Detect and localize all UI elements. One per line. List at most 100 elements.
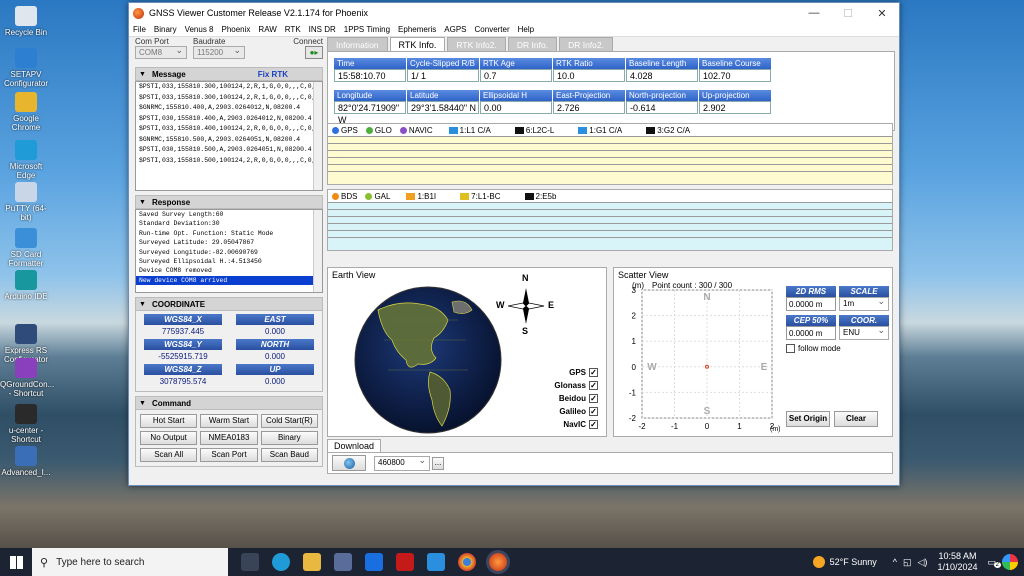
taskbar-search[interactable]: ⚲ Type here to search — [32, 548, 228, 576]
desktop-icon[interactable]: u-center - Shortcut — [0, 404, 52, 444]
notification-icon[interactable]: ▭ 2 — [987, 557, 1001, 568]
coor-select[interactable]: ENU — [839, 325, 889, 340]
chrome-icon[interactable] — [458, 553, 476, 571]
checkbox[interactable]: ✓ — [589, 381, 598, 390]
band-1-b1i[interactable]: 1:B1I — [406, 192, 436, 201]
constellation-glo[interactable]: GLO — [365, 126, 392, 135]
menu-item-help[interactable]: Help — [518, 25, 534, 34]
set-origin-button[interactable]: Set Origin — [786, 411, 830, 427]
task-view-icon[interactable] — [241, 553, 259, 571]
check-beidou[interactable]: Beidou ✓ — [528, 392, 598, 405]
volume-icon[interactable]: ◁) — [918, 557, 928, 568]
band-1-l1-c-a[interactable]: 1:L1 C/A — [448, 126, 491, 135]
minimize-icon[interactable]: — — [797, 7, 831, 20]
constellation-gps[interactable]: GPS — [332, 126, 358, 135]
tab-rtk-info-[interactable]: RTK Info. — [389, 37, 446, 51]
menu-item-converter[interactable]: Converter — [475, 25, 510, 34]
menu-item-venus-8[interactable]: Venus 8 — [185, 25, 214, 34]
tab-dr-info-[interactable]: DR Info. — [507, 37, 558, 51]
clock[interactable]: 10:58 AM 1/10/2024 — [937, 551, 977, 573]
download-tab[interactable]: Download — [327, 439, 382, 452]
no-output-button[interactable]: No Output — [140, 431, 198, 445]
checkbox[interactable]: ✓ — [589, 394, 598, 403]
band-7-l1-bc[interactable]: 7:L1-BC — [460, 192, 501, 201]
netflix-icon[interactable] — [396, 553, 414, 571]
mail-icon[interactable] — [427, 553, 445, 571]
maximize-icon[interactable]: ☐ — [831, 7, 865, 20]
file-explorer-icon[interactable] — [303, 553, 321, 571]
tab-rtk-info2-[interactable]: RTK Info2. — [447, 37, 506, 51]
tab-information[interactable]: Information — [327, 37, 388, 51]
scale-select[interactable]: 1m — [839, 296, 889, 311]
menu-item-file[interactable]: File — [133, 25, 146, 34]
check-gps[interactable]: GPS ✓ — [528, 366, 598, 379]
checkbox[interactable]: ✓ — [589, 368, 598, 377]
constellation-navic[interactable]: NAVIC — [399, 126, 433, 135]
clear-button[interactable]: Clear — [834, 411, 878, 427]
store-icon[interactable] — [334, 553, 352, 571]
scan-port-button[interactable]: Scan Port — [200, 448, 258, 462]
menu-item-ins-dr[interactable]: INS DR — [309, 25, 336, 34]
desktop-icon[interactable]: SETAPV Configurator — [0, 48, 52, 88]
close-icon[interactable]: ✕ — [865, 7, 899, 20]
com-port-select[interactable]: COM8 — [135, 45, 187, 59]
desktop-icon[interactable]: Microsoft Edge — [0, 140, 52, 180]
dropbox-icon[interactable] — [365, 553, 383, 571]
desktop-icon[interactable]: Arduino IDE — [0, 270, 52, 301]
menu-item-rtk[interactable]: RTK — [285, 25, 301, 34]
network-icon[interactable]: ◱ — [903, 557, 912, 568]
menu-item-phoenix[interactable]: Phoenix — [222, 25, 251, 34]
scan-baud-button[interactable]: Scan Baud — [260, 448, 318, 462]
hot-start-button[interactable]: Hot Start — [140, 414, 198, 428]
menu-item-binary[interactable]: Binary — [154, 25, 177, 34]
baudrate-select[interactable]: 115200 — [193, 45, 245, 59]
band-2-e5b[interactable]: 2:E5b — [524, 192, 556, 201]
follow-mode-row[interactable]: follow mode — [786, 344, 890, 353]
desktop-icon[interactable]: PuTTY (64-bit) — [0, 182, 52, 222]
response-log[interactable]: Saved Survey Length:60 Standard Deviation… — [135, 209, 323, 293]
download-baud-select[interactable]: 460800 — [374, 455, 430, 471]
command-header[interactable]: ▼ Command — [135, 396, 323, 410]
response-scrollbar[interactable] — [313, 210, 322, 292]
cold-start-r--button[interactable]: Cold Start(R) — [260, 414, 318, 428]
chevron-up-icon[interactable]: ^ — [893, 557, 897, 567]
connect-button[interactable]: ●▸ — [305, 46, 323, 59]
edge-icon[interactable] — [272, 553, 290, 571]
check-glonass[interactable]: Glonass ✓ — [528, 379, 598, 392]
download-button[interactable] — [332, 455, 366, 471]
message-header[interactable]: ▼ Message Fix RTK — [135, 67, 323, 81]
desktop-icon[interactable]: SD Card Formatter — [0, 228, 52, 268]
band-1-g1-c-a[interactable]: 1:G1 C/A — [578, 126, 622, 135]
constellation-gal[interactable]: GAL — [365, 192, 390, 201]
follow-mode-checkbox[interactable] — [786, 344, 795, 353]
nmea0183-button[interactable]: NMEA0183 — [200, 431, 258, 445]
desktop-icon[interactable]: Recycle Bin — [0, 6, 52, 37]
gnss-viewer-taskbar-icon[interactable] — [489, 553, 507, 571]
checkbox[interactable]: ✓ — [589, 407, 598, 416]
tab-dr-info2-[interactable]: DR Info2. — [559, 37, 613, 51]
weather[interactable]: 52°F Sunny — [830, 557, 877, 567]
response-header[interactable]: ▼ Response — [135, 195, 323, 209]
desktop-icon[interactable]: Google Chrome — [0, 92, 52, 132]
menu-item-raw[interactable]: RAW — [258, 25, 276, 34]
band-3-g2-c-a[interactable]: 3:G2 C/A — [646, 126, 690, 135]
desktop-icon[interactable]: QGroundCon... - Shortcut — [0, 358, 54, 398]
binary-button[interactable]: Binary — [260, 431, 318, 445]
windows-start-icon[interactable] — [10, 556, 23, 569]
menu-item-ephemeris[interactable]: Ephemeris — [398, 25, 436, 34]
coordinate-header[interactable]: ▼ COORDINATE — [135, 297, 323, 311]
constellation-bds[interactable]: BDS — [332, 192, 357, 201]
desktop-icon[interactable]: Advanced_I... — [0, 446, 52, 477]
band-6-l2c-l[interactable]: 6:L2C-L — [514, 126, 554, 135]
menu-item-1pps-timing[interactable]: 1PPS Timing — [344, 25, 390, 34]
check-navic[interactable]: NavIC ✓ — [528, 418, 598, 431]
warm-start-button[interactable]: Warm Start — [200, 414, 258, 428]
scan-all-button[interactable]: Scan All — [140, 448, 198, 462]
message-scrollbar[interactable] — [313, 82, 322, 190]
check-galileo[interactable]: Galileo ✓ — [528, 405, 598, 418]
colorful-app-icon[interactable] — [1002, 554, 1018, 570]
menu-item-agps[interactable]: AGPS — [444, 25, 466, 34]
message-log[interactable]: $PSTI,033,155810.300,100124,2,R,1,G,0,0,… — [135, 81, 323, 191]
download-browse-button[interactable]: ... — [432, 456, 444, 470]
checkbox[interactable]: ✓ — [589, 420, 598, 429]
